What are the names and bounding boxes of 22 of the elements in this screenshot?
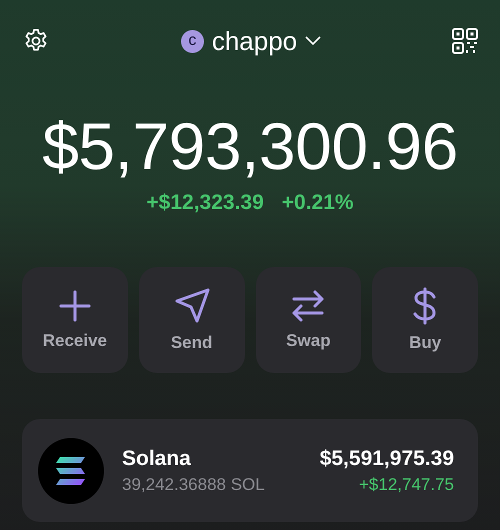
token-value: $5,591,975.39 xyxy=(320,446,454,470)
qr-code-button[interactable] xyxy=(452,28,478,54)
dollar-icon xyxy=(412,287,438,325)
token-row[interactable]: Solana 39,242.36888 SOL $5,591,975.39 +$12,747.75 xyxy=(22,419,478,522)
plus-icon xyxy=(58,289,92,323)
action-button[interactable]: Swap xyxy=(256,267,362,373)
token-amount: 39,242.36888 SOL xyxy=(122,474,266,494)
token-name: Solana xyxy=(122,446,192,470)
balance-change-percent: +0.21% xyxy=(282,191,354,215)
action-button[interactable]: Send xyxy=(138,267,244,373)
token-change: +$12,747.75 xyxy=(358,474,454,494)
account-switcher[interactable]: c chappo xyxy=(180,26,322,56)
balance-change: +$12,323.39 xyxy=(146,191,264,215)
account-avatar: c xyxy=(180,30,204,52)
swap-icon xyxy=(290,289,326,323)
chevron-down-icon xyxy=(305,36,322,46)
send-icon xyxy=(172,287,211,325)
action-button[interactable]: Receive xyxy=(22,267,128,373)
token-logo-icon xyxy=(38,438,104,504)
total-balance: $5,793,300.96 xyxy=(41,113,459,179)
qr-code-icon xyxy=(452,28,478,54)
action-button[interactable]: Buy xyxy=(372,267,478,373)
